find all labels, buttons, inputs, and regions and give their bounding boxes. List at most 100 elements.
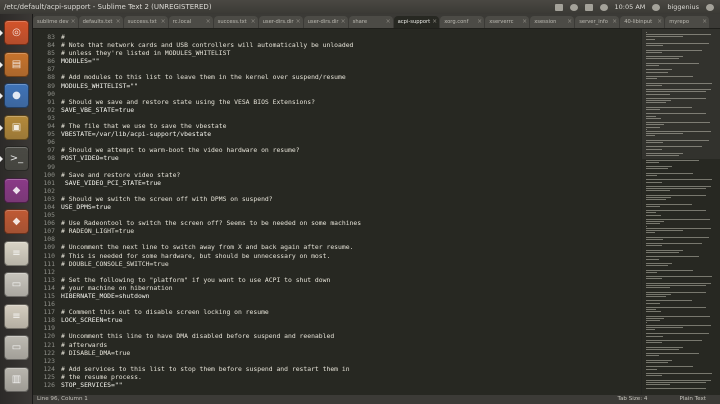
code-line[interactable]: 90: [33, 90, 641, 98]
launcher-trash[interactable]: ▥: [4, 366, 29, 392]
code-line[interactable]: 97 # Should we attempt to warm-boot the v…: [33, 146, 641, 154]
tab-xsession[interactable]: xsession ×: [530, 16, 575, 28]
code-line[interactable]: 102: [33, 187, 641, 195]
code-line[interactable]: 126 STOP_SERVICES="": [33, 381, 641, 389]
close-icon[interactable]: ×: [386, 16, 391, 28]
code-line[interactable]: 88 # Add modules to this list to leave th…: [33, 73, 641, 81]
code-line[interactable]: 96: [33, 138, 641, 146]
launcher-drive-2[interactable]: ▭: [4, 335, 29, 360]
code-line[interactable]: 93: [33, 114, 641, 122]
code-line[interactable]: 85 # unless they're listed in MODULES_WHI…: [33, 49, 641, 57]
code-line[interactable]: 123: [33, 357, 641, 365]
code-line[interactable]: 120 # Uncomment this line to have DMA dis…: [33, 332, 641, 340]
code-line[interactable]: 122 # DISABLE_DMA=true: [33, 349, 641, 357]
close-icon[interactable]: ×: [432, 16, 437, 28]
code-line[interactable]: 107 # RADEON_LIGHT=true: [33, 227, 641, 235]
clock[interactable]: 10:05 AM: [615, 0, 646, 14]
launcher-ubuntu-home[interactable]: ◎: [4, 20, 29, 45]
tab-label: rc.local: [172, 19, 192, 25]
tab-sublime-dev[interactable]: sublime dev ×: [33, 16, 78, 28]
close-icon[interactable]: ×: [206, 16, 211, 28]
tab-defaults-txt[interactable]: defaults.txt ×: [78, 16, 123, 28]
tab-success-txt[interactable]: success.txt ×: [213, 16, 258, 28]
launcher-files[interactable]: ▤: [4, 51, 29, 77]
code-line[interactable]: 125 # the resume process.: [33, 373, 641, 381]
code-line[interactable]: 124 # Add services to this list to stop t…: [33, 365, 641, 373]
code-line[interactable]: 113 # Set the following to "platform" if …: [33, 276, 641, 284]
code-line[interactable]: 112: [33, 268, 641, 276]
tab-acpi-support[interactable]: acpi-support ×: [393, 16, 440, 28]
tab-xserverrc[interactable]: xserverrc ×: [485, 16, 530, 28]
close-icon[interactable]: ×: [71, 16, 76, 28]
launcher-terminal[interactable]: >_: [4, 146, 29, 171]
volume-icon[interactable]: [599, 3, 608, 11]
code-line[interactable]: 84 # Note that network cards and USB cont…: [33, 41, 641, 49]
code-area[interactable]: 83 #84 # Note that network cards and USB c…: [33, 33, 641, 389]
close-icon[interactable]: ×: [477, 16, 482, 28]
code-line[interactable]: 100 # Save and restore video state?: [33, 171, 641, 179]
network-icon[interactable]: [569, 3, 578, 11]
launcher-drive-1[interactable]: ▭: [4, 272, 29, 297]
user-name[interactable]: biggenius: [667, 0, 699, 14]
keyboard-icon[interactable]: [554, 3, 563, 11]
code-line[interactable]: 101 SAVE_VIDEO_PCI_STATE=true: [33, 179, 641, 187]
code-line[interactable]: 110 # This is needed for some hardware, b…: [33, 252, 641, 260]
close-icon[interactable]: ×: [251, 16, 256, 28]
tab-xorg-conf[interactable]: xorg.conf ×: [440, 16, 485, 28]
launcher-document-2[interactable]: ≡: [4, 303, 29, 329]
code-line[interactable]: 115 HIBERNATE_MODE=shutdown: [33, 292, 641, 300]
close-icon[interactable]: ×: [341, 16, 346, 28]
code-line[interactable]: 119: [33, 324, 641, 332]
code-line[interactable]: 94 # The file that we use to save the vbe…: [33, 122, 641, 130]
tab-myrepo[interactable]: myrepo ×: [665, 16, 710, 28]
code-line[interactable]: 98 POST_VIDEO=true: [33, 154, 641, 162]
tab-user-dirs-dir[interactable]: user-dirs.dir ×: [258, 16, 303, 28]
launcher-document[interactable]: ≡: [4, 240, 29, 266]
launcher-app-5[interactable]: ◆: [4, 177, 29, 203]
user-icon[interactable]: [652, 3, 661, 11]
close-icon[interactable]: ×: [702, 16, 707, 28]
launcher-app-3[interactable]: ▣: [4, 114, 29, 140]
code-line[interactable]: 106 # Use Radeontool to switch the screen…: [33, 219, 641, 227]
close-icon[interactable]: ×: [612, 16, 617, 28]
close-icon[interactable]: ×: [296, 16, 301, 28]
launcher-app-6[interactable]: ◆: [4, 209, 29, 234]
close-icon[interactable]: ×: [522, 16, 527, 28]
tab-rc-local[interactable]: rc.local ×: [168, 16, 213, 28]
code-line[interactable]: 105: [33, 211, 641, 219]
launcher-firefox[interactable]: ●: [4, 83, 29, 108]
tab-share[interactable]: share ×: [348, 16, 393, 28]
code-line[interactable]: 103 # Should we switch the screen off wit…: [33, 195, 641, 203]
code-line[interactable]: 95 VBESTATE=/var/lib/acpi-support/vbestat…: [33, 130, 641, 138]
code-line[interactable]: 99: [33, 163, 641, 171]
code-line[interactable]: 116: [33, 300, 641, 308]
code-line[interactable]: 114 # your machine on hibernation: [33, 284, 641, 292]
code-line[interactable]: 111 # DOUBLE_CONSOLE_SWITCH=true: [33, 260, 641, 268]
tab-user-dirs-dir[interactable]: user-dirs.dir ×: [303, 16, 348, 28]
tab-server-info[interactable]: server_info ×: [575, 16, 620, 28]
minimap[interactable]: [641, 29, 720, 395]
syntax-selector[interactable]: Plain Text: [679, 395, 706, 404]
tab-success-txt[interactable]: success.txt ×: [123, 16, 168, 28]
editor[interactable]: 83 #84 # Note that network cards and USB c…: [33, 29, 641, 395]
code-line[interactable]: 109 # Uncomment the next line to switch a…: [33, 243, 641, 251]
code-line[interactable]: 104 USE_DPMS=true: [33, 203, 641, 211]
tab-40-libinput[interactable]: 40-libinput ×: [620, 16, 665, 28]
close-icon[interactable]: ×: [567, 16, 572, 28]
close-icon[interactable]: ×: [161, 16, 166, 28]
code-line[interactable]: 87: [33, 65, 641, 73]
mail-icon[interactable]: [584, 3, 593, 11]
code-line[interactable]: 86 MODULES="": [33, 57, 641, 65]
code-line[interactable]: 118 LOCK_SCREEN=true: [33, 316, 641, 324]
tab-size-selector[interactable]: Tab Size: 4: [618, 395, 648, 404]
close-icon[interactable]: ×: [657, 16, 662, 28]
code-line[interactable]: 121 # afterwards: [33, 341, 641, 349]
code-line[interactable]: 83 #: [33, 33, 641, 41]
power-icon[interactable]: [706, 3, 714, 11]
code-line[interactable]: 91 # Should we save and restore state usi…: [33, 98, 641, 106]
code-line[interactable]: 108: [33, 235, 641, 243]
code-line[interactable]: 92 SAVE_VBE_STATE=true: [33, 106, 641, 114]
code-line[interactable]: 89 MODULES_WHITELIST="": [33, 82, 641, 90]
close-icon[interactable]: ×: [116, 16, 121, 28]
code-line[interactable]: 117 # Comment this out to disable screen …: [33, 308, 641, 316]
